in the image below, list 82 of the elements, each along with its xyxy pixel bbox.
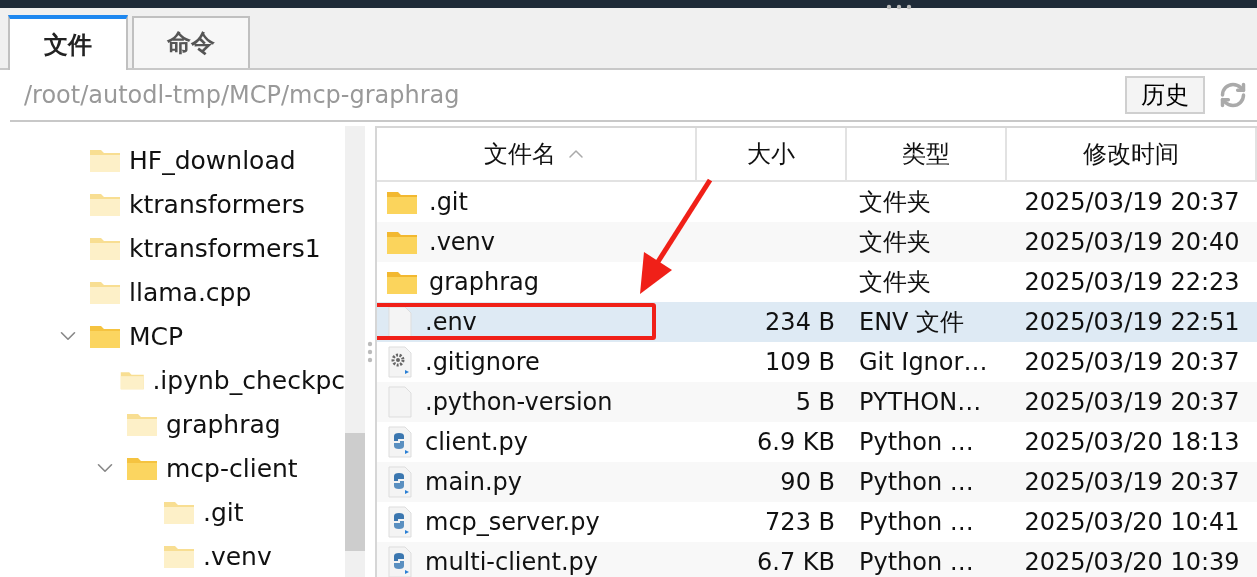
file-type: Python … — [859, 508, 974, 536]
tree-item[interactable]: ktransformers1 — [129, 233, 321, 263]
refresh-icon[interactable] — [1219, 81, 1247, 109]
file-name: mcp_server.py — [425, 508, 600, 536]
modified-time: 2025/03/19 20:40 — [1024, 228, 1240, 256]
folder-icon — [163, 499, 195, 525]
scrollbar[interactable] — [345, 126, 365, 577]
modified-time: 2025/03/19 20:37 — [1024, 348, 1240, 376]
column-header[interactable]: 类型 — [847, 128, 1007, 180]
file-type: 文件夹 — [859, 267, 931, 298]
file-size: 6.9 KB — [757, 428, 835, 456]
file-type: Git Ignor… — [859, 348, 988, 376]
file-size: 109 B — [765, 348, 835, 376]
tree-item[interactable]: MCP — [129, 321, 184, 351]
tab[interactable]: 命令 — [132, 16, 250, 68]
folder-icon — [126, 411, 158, 437]
splitter-handle-icon[interactable] — [367, 340, 373, 363]
file-row[interactable]: multi-client.py 6.7 KB Python … 2025/03/20 10:39 — [377, 542, 1257, 577]
modified-time: 2025/03/19 22:23 — [1024, 268, 1240, 296]
tab[interactable]: 文件 — [8, 15, 128, 70]
file-type: Python … — [859, 468, 974, 496]
modified-time: 2025/03/20 18:13 — [1024, 428, 1240, 456]
file-size: 723 B — [765, 508, 835, 536]
file-type: Python … — [859, 428, 974, 456]
folder-icon — [387, 270, 417, 294]
folder-icon — [89, 279, 121, 305]
history-button[interactable]: 历史 — [1125, 76, 1205, 114]
drag-handle-icon[interactable] — [886, 4, 912, 10]
modified-time: 2025/03/19 20:37 — [1024, 188, 1240, 216]
folder-icon — [387, 230, 417, 254]
python-file-icon — [387, 466, 413, 498]
folder-icon — [89, 235, 121, 261]
column-header[interactable]: 大小 — [697, 128, 847, 180]
file-size: 5 B — [795, 388, 835, 416]
tree-item[interactable]: mcp-client — [166, 453, 298, 483]
file-name: graphrag — [429, 268, 540, 296]
file-row[interactable]: .env 234 B ENV 文件 2025/03/19 22:51 — [377, 302, 1257, 342]
folder-icon — [89, 191, 121, 217]
file-name: main.py — [425, 468, 523, 496]
file-icon — [387, 386, 413, 418]
column-header[interactable]: 文件名 — [377, 128, 697, 180]
folder-icon — [89, 323, 121, 349]
tree-item[interactable]: ktransformers — [129, 189, 305, 219]
file-type: Python … — [859, 548, 974, 576]
modified-time: 2025/03/20 10:39 — [1024, 548, 1240, 576]
tree-item[interactable]: HF_download — [129, 145, 296, 175]
file-row[interactable]: .venv 文件夹 2025/03/19 20:40 — [377, 222, 1257, 262]
file-name: .venv — [429, 228, 495, 256]
file-type: PYTHON… — [859, 388, 982, 416]
gear-file-icon — [387, 346, 413, 378]
file-size: 6.7 KB — [757, 548, 835, 576]
python-file-icon — [387, 506, 413, 538]
file-type: ENV 文件 — [859, 307, 965, 338]
file-size: 234 B — [765, 308, 835, 336]
folder-icon — [387, 190, 417, 214]
file-size: 90 B — [780, 468, 835, 496]
file-type: 文件夹 — [859, 227, 931, 258]
modified-time: 2025/03/19 22:51 — [1024, 308, 1240, 336]
modified-time: 2025/03/19 20:37 — [1024, 468, 1240, 496]
folder-icon — [126, 455, 158, 481]
python-file-icon — [387, 546, 413, 577]
tree-item[interactable]: .venv — [203, 541, 272, 571]
file-name: .git — [429, 188, 468, 216]
folder-icon — [163, 543, 195, 569]
file-icon — [387, 306, 413, 338]
file-name: client.py — [425, 428, 528, 456]
modified-time: 2025/03/20 10:41 — [1024, 508, 1240, 536]
tree-item[interactable]: .ipynb_checkpc — [152, 365, 345, 395]
file-name: multi-client.py — [425, 548, 598, 576]
file-name: .gitignore — [425, 348, 540, 376]
tree-item[interactable]: graphrag — [166, 409, 281, 439]
modified-time: 2025/03/19 20:37 — [1024, 388, 1240, 416]
tree-item[interactable]: .git — [203, 497, 244, 527]
file-name: .env — [425, 308, 477, 336]
file-type: 文件夹 — [859, 187, 931, 218]
file-name: .python-version — [425, 388, 613, 416]
column-header[interactable]: 修改时间 — [1007, 128, 1257, 180]
tree-item[interactable]: llama.cpp — [129, 277, 252, 307]
file-row[interactable]: .python-version 5 B PYTHON… 2025/03/19 20:37 — [377, 382, 1257, 422]
python-file-icon — [387, 426, 413, 458]
folder-icon — [89, 147, 121, 173]
file-row[interactable]: main.py 90 B Python … 2025/03/19 20:37 — [377, 462, 1257, 502]
